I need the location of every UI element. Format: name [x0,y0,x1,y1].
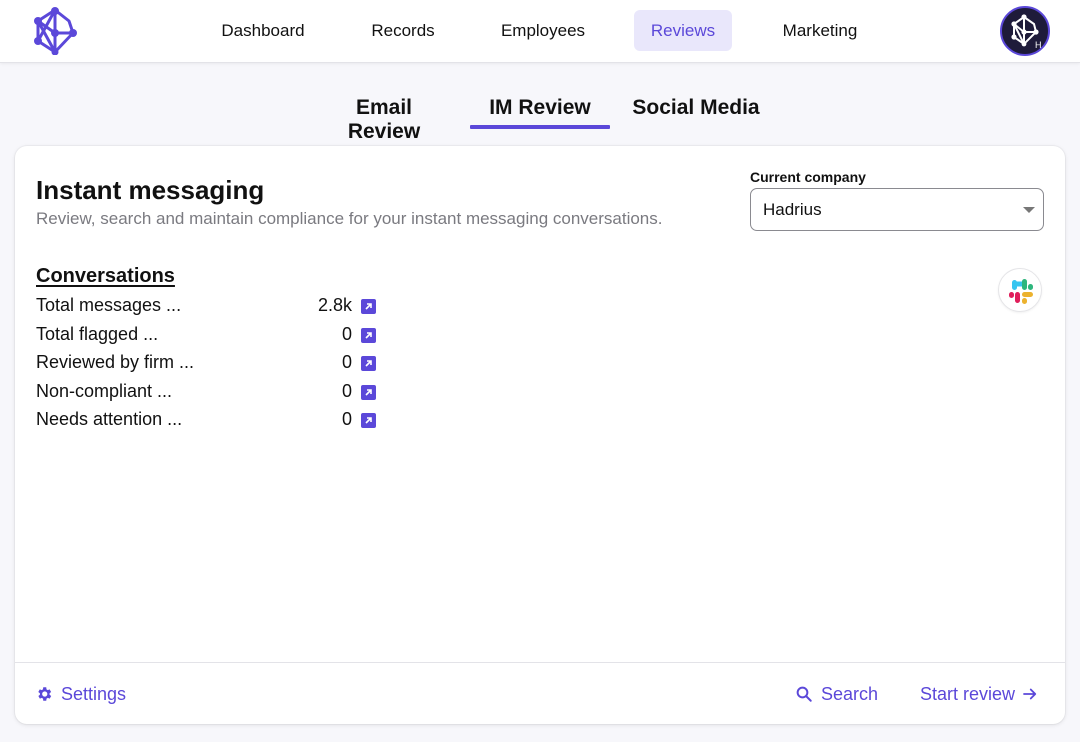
settings-label: Settings [61,683,127,704]
stat-row-total-flagged: Total flagged ... 0 [36,324,376,350]
stat-row-needs-attention: Needs attention ... 0 [36,409,376,435]
external-link-icon[interactable] [361,299,376,314]
stat-value: 0 [341,352,352,372]
settings-button[interactable]: Settings [35,682,126,706]
avatar-logo-icon: H [1011,14,1042,50]
page-title: Instant messaging [36,175,265,205]
search-button[interactable]: Search [795,682,878,706]
top-navbar: Dashboard Records Employees Reviews Mark… [0,0,1080,63]
stat-value: 0 [341,324,352,344]
nav-item-records[interactable]: Records [355,10,451,51]
nav-item-employees[interactable]: Employees [485,10,601,51]
hadrius-logo-icon[interactable] [31,7,79,56]
footer-divider [15,662,1065,663]
stat-value: 0 [341,381,352,401]
company-select[interactable]: Hadrius [750,188,1044,231]
tab-im-review[interactable]: IM Review [470,96,610,129]
gear-icon [38,687,52,701]
stat-row-reviewed-by-firm: Reviewed by firm ... 0 [36,352,376,378]
svg-text:H: H [1035,40,1042,50]
stat-value: 0 [341,409,352,429]
stat-label: Needs attention ... [36,409,183,429]
nav-item-reviews[interactable]: Reviews [634,10,732,51]
arrow-right-icon [1023,688,1037,700]
nav-item-dashboard[interactable]: Dashboard [204,10,322,51]
conversations-heading[interactable]: Conversations [36,265,175,288]
external-link-icon[interactable] [361,356,376,371]
stat-row-non-compliant: Non-compliant ... 0 [36,381,376,407]
nav-item-marketing[interactable]: Marketing [765,10,875,51]
external-link-icon[interactable] [361,413,376,428]
company-select-label: Current company [750,169,866,185]
stat-label: Total flagged ... [36,324,159,344]
stat-value: 2.8k [317,295,352,315]
stat-row-total-messages: Total messages ... 2.8k [36,295,376,321]
search-icon [796,686,812,702]
stat-label: Non-compliant ... [36,381,173,401]
external-link-icon[interactable] [361,385,376,400]
external-link-icon[interactable] [361,328,376,343]
tab-social-media[interactable]: Social Media [631,96,761,128]
start-review-label: Start review [920,683,1016,704]
company-select-value: Hadrius [763,200,822,219]
tab-email-review[interactable]: Email Review [318,96,450,143]
search-label: Search [821,683,879,704]
slack-icon[interactable] [998,268,1042,312]
stat-label: Reviewed by firm ... [36,352,195,372]
start-review-button[interactable]: Start review [920,682,1039,706]
stat-label: Total messages ... [36,295,182,315]
user-avatar[interactable]: H [1000,6,1050,56]
caret-down-icon [1023,207,1035,213]
im-review-card: Instant messaging Review, search and mai… [15,146,1065,724]
page-subtitle: Review, search and maintain compliance f… [36,209,663,228]
